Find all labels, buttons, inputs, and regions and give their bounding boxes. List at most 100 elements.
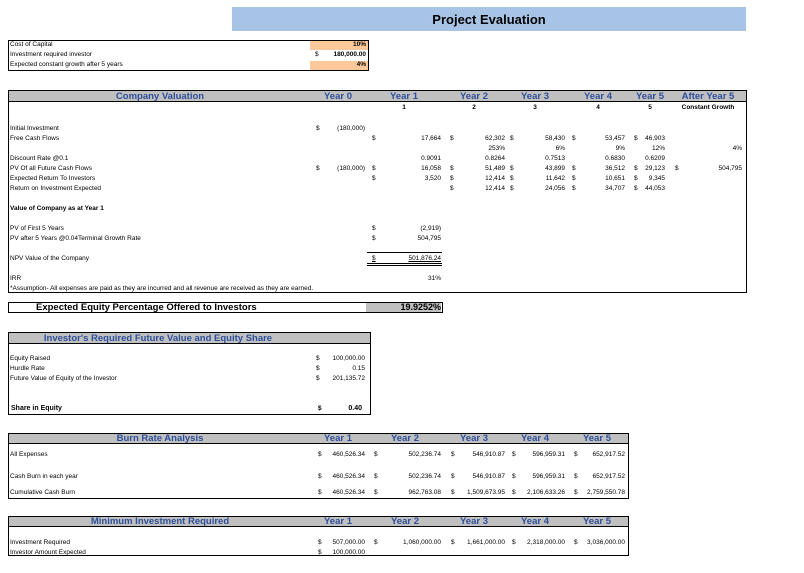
row-label: NPV Value of the Company	[10, 255, 90, 262]
section-title: Burn Rate Analysis	[116, 433, 204, 444]
cell-value: 11,642	[545, 175, 565, 182]
column-header: Year 1	[324, 516, 352, 527]
cell-value: (180,000)	[337, 125, 365, 132]
column-header: Year 5	[583, 516, 611, 527]
cell-value: 652,917.52	[592, 473, 625, 480]
cell-value: 502,236.74	[408, 451, 441, 458]
cell-value: 6%	[555, 145, 565, 152]
column-header: Year 4	[521, 516, 549, 527]
cell-value: 1,509,673.95	[467, 489, 505, 496]
cell-value: 51,489	[485, 165, 505, 172]
irr-value: 31%	[427, 275, 441, 282]
cell-value: 44,053	[645, 185, 665, 192]
section-title: Minimum Investment Required	[90, 516, 230, 527]
currency-symbol: $	[372, 225, 376, 232]
column-header: Year 2	[460, 91, 488, 102]
year-number: 1	[402, 104, 406, 111]
row-label: Investment Required	[10, 539, 70, 546]
cell-value: 504,795	[718, 165, 743, 172]
cell-value: 62,302	[485, 135, 505, 142]
column-header: Year 4	[584, 91, 612, 102]
currency-symbol: $	[675, 165, 679, 172]
currency-symbol: $	[372, 165, 376, 172]
cell-value: 0.15	[352, 365, 365, 372]
row-label: Initial Investment	[10, 125, 59, 132]
currency-symbol: $	[372, 235, 376, 242]
cell-value: 4%	[732, 145, 742, 152]
cell-value: 2,759,550.78	[587, 489, 625, 496]
input-value[interactable]: 4%	[310, 61, 366, 68]
investor-section	[8, 332, 371, 415]
currency-symbol: $	[372, 135, 376, 142]
cell-value: 596,959.31	[532, 451, 565, 458]
column-header: Year 5	[636, 91, 664, 102]
row-label: Discount Rate @0.1	[10, 155, 69, 162]
column-header: Year 1	[324, 433, 352, 444]
row-label: Investor Amount Expected	[10, 549, 86, 556]
cell-value: 24,056	[545, 185, 565, 192]
cell-value: 596,959.31	[532, 473, 565, 480]
cell-value: 16,058	[421, 165, 441, 172]
cell-value: 0.8264	[485, 155, 505, 162]
input-label: Investment required investor	[10, 51, 93, 58]
column-header: Year 3	[460, 433, 488, 444]
share-label: Share in Equity	[11, 405, 62, 412]
input-value[interactable]: 180,000.00	[310, 51, 366, 58]
value-heading: Value of Company as at Year 1	[10, 205, 104, 212]
cell-value: 962,763.08	[408, 489, 441, 496]
column-header: After Year 5	[681, 91, 735, 102]
cell-value: 652,917.52	[592, 451, 625, 458]
cell-value: 3,520	[424, 175, 441, 182]
row-label: PV Of all Future Cash Flows	[10, 165, 92, 172]
cell-value: 100,000.00	[332, 355, 365, 362]
cell-value: 460,526.34	[332, 451, 365, 458]
row-label: PV after 5 Years @0.04Terminal Growth Ra…	[10, 235, 141, 242]
cell-value: (180,000)	[337, 165, 365, 172]
cell-value: 502,236.74	[408, 473, 441, 480]
row-label: Return on Investment Expected	[10, 185, 102, 192]
year-number: 5	[648, 104, 652, 111]
cell-value: 58,430	[545, 135, 565, 142]
input-value[interactable]: 10%	[310, 41, 366, 48]
cell-value: 1,661,000.00	[467, 539, 505, 546]
column-header: Year 4	[521, 433, 549, 444]
column-header: Year 0	[324, 91, 352, 102]
currency-symbol: $	[374, 539, 378, 546]
row-label: Expected Return To Investors	[10, 175, 96, 182]
cell-value: 46,903	[645, 135, 665, 142]
cell-value: 43,899	[545, 165, 565, 172]
input-label: Cost of Capital	[10, 41, 53, 48]
row-label: Equity Raised	[10, 355, 51, 362]
column-header: Year 1	[390, 91, 418, 102]
cell-value: 12%	[651, 145, 665, 152]
assumption-note: *Assumption- All expenses are paid as th…	[10, 285, 314, 292]
year-number: Constant Growth	[681, 104, 735, 111]
share-value: 0.40	[348, 405, 362, 412]
row-label: Future Value of Equity of the Investor	[10, 375, 117, 382]
cell-value: 2,106,633.26	[527, 489, 565, 496]
currency-symbol: $	[374, 473, 378, 480]
currency-symbol: $	[374, 489, 378, 496]
cell-value: 29,123	[645, 165, 665, 172]
input-label: Expected constant growth after 5 years	[10, 61, 123, 68]
row-label: All Expenses	[10, 451, 48, 458]
cell-value: 3,036,000.00	[587, 539, 625, 546]
row-label: PV of First 5 Years	[10, 225, 64, 232]
column-header: Year 2	[391, 516, 419, 527]
cell-value: 17,664	[421, 135, 441, 142]
cell-value: 12,414	[485, 175, 505, 182]
row-label: Free Cash Flows	[10, 135, 60, 142]
section-title: Company Valuation	[115, 91, 205, 102]
cell-value: 0.6209	[645, 155, 665, 162]
row-label: Cumulative Cash Burn	[10, 489, 76, 496]
year-number: 4	[596, 104, 600, 111]
cell-value: 9,345	[648, 175, 665, 182]
cell-value: 504,795	[417, 235, 442, 242]
cell-value: 0.9091	[421, 155, 441, 162]
cell-value: 2,318,000.00	[527, 539, 565, 546]
equity-percentage-label: Expected Equity Percentage Offered to In…	[36, 302, 257, 313]
currency-symbol: $	[374, 451, 378, 458]
cell-value: 100,000.00	[332, 549, 365, 556]
cell-value: 253%	[488, 145, 505, 152]
row-label: Cash Burn in each year	[10, 473, 78, 480]
